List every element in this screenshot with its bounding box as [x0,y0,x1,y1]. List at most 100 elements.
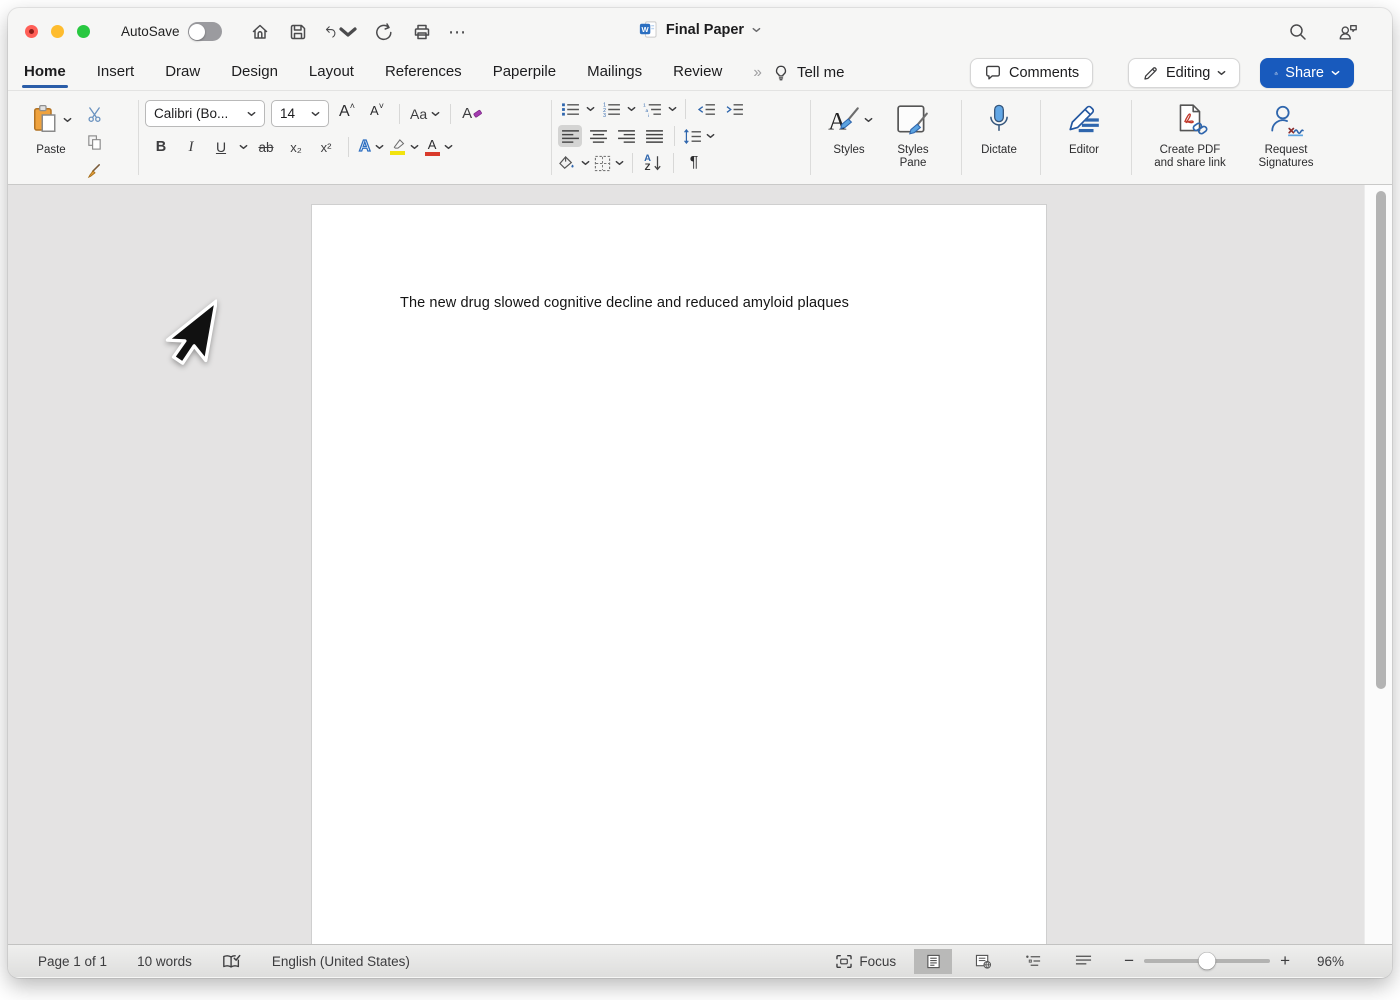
save-icon[interactable] [286,20,310,44]
grow-font-button[interactable]: A˄ [335,103,359,125]
styles-pane-button[interactable]: Styles Pane [881,98,945,184]
scrollbar-track[interactable] [1364,185,1392,944]
tab-paperpile[interactable]: Paperpile [493,63,556,82]
tab-references[interactable]: References [385,63,462,82]
divider [674,126,675,146]
language-selector[interactable]: English (United States) [272,954,410,969]
styles-label: Styles [833,144,864,157]
autosave-toggle[interactable] [188,22,222,41]
page-indicator[interactable]: Page 1 of 1 [38,954,107,969]
create-pdf-button[interactable]: Create PDF and share link [1138,98,1242,184]
request-signatures-button[interactable]: Request Signatures [1242,98,1330,184]
paste-button[interactable]: Paste [22,98,80,184]
web-layout-view-button[interactable] [964,949,1002,974]
minimize-button[interactable] [51,25,64,38]
text-effects-button[interactable]: A [359,136,384,158]
share-button[interactable]: Share [1260,58,1354,88]
document-title-group[interactable]: W Final Paper [639,20,761,39]
editing-mode-button[interactable]: Editing [1128,58,1240,88]
superscript-button[interactable]: x² [314,136,338,158]
bullets-menu-chevron[interactable] [586,106,595,112]
document-body-text[interactable]: The new drug slowed cognitive decline an… [400,295,849,311]
zoom-percentage[interactable]: 96% [1306,954,1344,969]
line-spacing-button[interactable] [683,125,715,147]
print-layout-view-button[interactable] [914,949,952,974]
paragraph-group: 123 1ai [558,91,804,184]
presence-chat-icon[interactable] [1336,20,1360,44]
tab-insert[interactable]: Insert [97,63,135,82]
underline-menu-chevron[interactable] [239,144,248,150]
dictate-button[interactable]: Dictate [968,98,1030,184]
justify-button[interactable] [642,125,666,147]
tab-home[interactable]: Home [24,63,66,82]
home-icon[interactable] [248,20,272,44]
close-button[interactable] [25,25,38,38]
focus-mode-button[interactable]: Focus [835,954,896,969]
word-count[interactable]: 10 words [137,954,192,969]
numbering-menu-chevron[interactable] [627,106,636,112]
editor-button[interactable]: Editor [1047,98,1121,184]
multilevel-list-button[interactable]: 1ai [640,98,664,120]
svg-text:A: A [828,108,847,136]
proofing-status-icon[interactable] [222,953,242,970]
svg-text:W: W [642,25,650,34]
print-icon[interactable] [410,20,434,44]
subscript-button[interactable]: x₂ [284,136,308,158]
tab-overflow-icon[interactable]: ›› [753,64,760,82]
strikethrough-button[interactable]: ab [254,136,278,158]
styles-button[interactable]: A Styles [817,98,881,184]
align-left-button[interactable] [558,125,582,147]
align-center-button[interactable] [586,125,610,147]
bullets-button[interactable] [558,98,582,120]
numbering-button[interactable]: 123 [599,98,623,120]
draft-view-button[interactable] [1064,949,1102,974]
tab-mailings[interactable]: Mailings [587,63,642,82]
font-size-combobox[interactable]: 14 [271,100,329,127]
search-icon[interactable] [1286,20,1310,44]
shading-button[interactable] [558,152,590,174]
zoom-slider-knob[interactable] [1199,953,1216,970]
outline-view-button[interactable] [1014,949,1052,974]
tab-draw[interactable]: Draw [165,63,200,82]
sort-button[interactable]: A Z [641,152,665,174]
tab-review[interactable]: Review [673,63,722,82]
divider [810,100,811,175]
underline-button[interactable]: U [209,136,233,158]
multilevel-menu-chevron[interactable] [668,106,677,112]
traffic-lights [25,25,90,38]
show-paragraph-marks-button[interactable]: ¶ [682,152,706,174]
align-right-button[interactable] [614,125,638,147]
document-page[interactable]: The new drug slowed cognitive decline an… [311,204,1047,944]
font-group: Calibri (Bo... 14 A˄ A˅ Aa [145,91,545,184]
shrink-font-button[interactable]: A˅ [365,103,389,125]
tab-design[interactable]: Design [231,63,278,82]
cut-button[interactable] [82,103,106,125]
font-color-button[interactable]: A [425,136,453,158]
font-name-combobox[interactable]: Calibri (Bo... [145,100,265,127]
bold-button[interactable]: B [149,136,173,158]
tab-layout[interactable]: Layout [309,63,354,82]
clear-formatting-button[interactable]: A [461,103,485,125]
zoom-window-button[interactable] [77,25,90,38]
divider [632,153,633,173]
change-case-button[interactable]: Aa [410,103,440,125]
divider [685,99,686,119]
zoom-slider[interactable] [1144,959,1270,963]
copy-button[interactable] [82,131,106,153]
zoom-out-button[interactable]: − [1124,951,1134,971]
increase-indent-button[interactable] [722,98,746,120]
more-commands-icon[interactable]: ⋯ [448,22,467,43]
decrease-indent-button[interactable] [694,98,718,120]
borders-button[interactable] [594,152,624,174]
scrollbar-thumb[interactable] [1376,191,1386,689]
redo-button[interactable] [372,20,396,44]
italic-button[interactable]: I [179,136,203,158]
zoom-in-button[interactable]: + [1280,951,1290,971]
highlight-color-button[interactable] [390,136,419,158]
focus-label: Focus [859,954,896,969]
tell-me-button[interactable]: Tell me [772,64,845,82]
create-pdf-icon [1172,103,1208,137]
format-painter-button[interactable] [82,159,106,181]
comments-button[interactable]: Comments [970,58,1093,88]
undo-button[interactable] [324,20,358,44]
